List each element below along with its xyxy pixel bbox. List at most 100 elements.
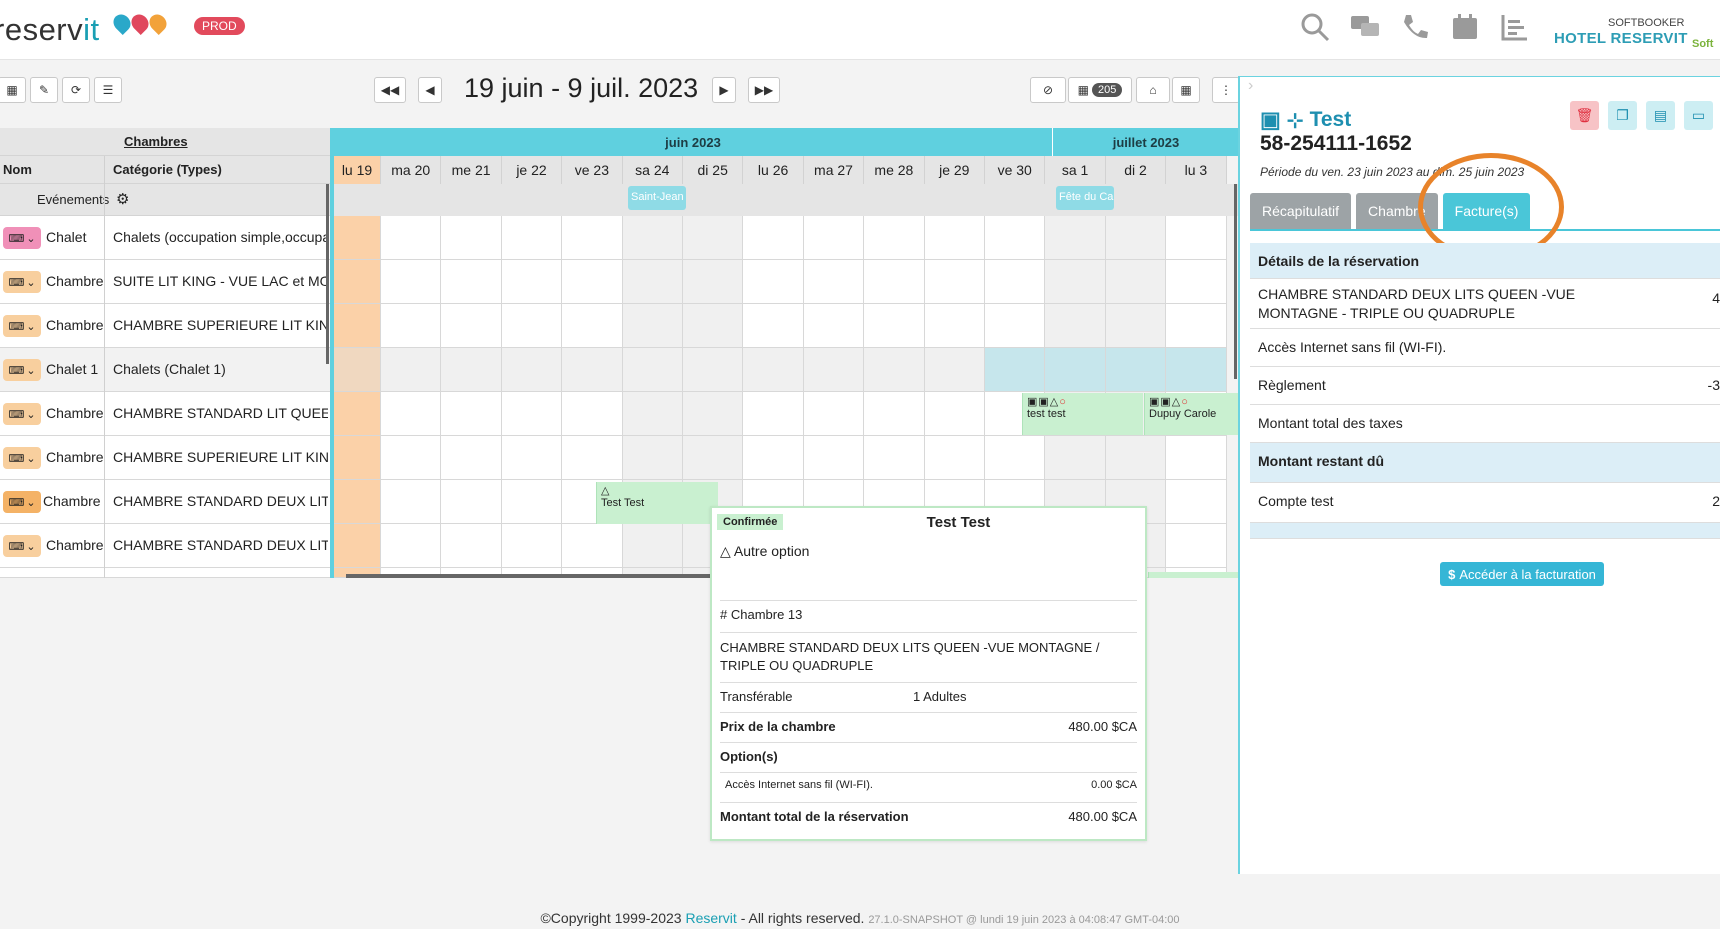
grid-cell[interactable] <box>864 304 925 348</box>
day-header[interactable]: lu 3 <box>1166 156 1227 184</box>
grid-cell[interactable] <box>1166 480 1227 524</box>
stats-icon[interactable] <box>1500 12 1530 42</box>
grid-cell[interactable] <box>1166 260 1227 304</box>
access-billing-button[interactable]: $ Accéder à la facturation <box>1440 562 1604 586</box>
grid-cell[interactable] <box>501 524 563 568</box>
grid-cell[interactable] <box>501 304 563 348</box>
reservit-logo[interactable]: reservit <box>0 12 100 48</box>
grid-cell[interactable] <box>743 260 804 304</box>
grid-cell[interactable] <box>441 216 502 260</box>
day-header[interactable]: sa 1 <box>1045 156 1106 184</box>
grid-cell[interactable] <box>501 436 563 480</box>
grid-cell[interactable] <box>924 348 985 392</box>
grid-cell[interactable] <box>622 436 683 480</box>
room-name[interactable]: Chambre <box>46 537 104 553</box>
room-menu-button[interactable]: ⌨ ⌄ <box>3 535 41 557</box>
grid-cell[interactable] <box>743 216 804 260</box>
grid-cell[interactable] <box>924 216 985 260</box>
grid-cell[interactable] <box>683 392 744 436</box>
room-name[interactable]: Chambre <box>46 273 104 289</box>
grid-cell[interactable] <box>924 392 985 436</box>
room-name[interactable]: Chambre <box>46 317 104 333</box>
day-header[interactable]: di 2 <box>1105 156 1167 184</box>
filters-button[interactable]: ☰ <box>94 77 122 103</box>
calendar-view-button[interactable]: ▦ <box>0 77 26 103</box>
day-header[interactable]: ma 27 <box>803 156 865 184</box>
reservit-link[interactable]: Reservit <box>685 910 736 926</box>
grid-cell[interactable] <box>1045 260 1106 304</box>
horizontal-scrollbar[interactable] <box>346 574 710 578</box>
grid-cell[interactable] <box>381 436 442 480</box>
grid-cell[interactable] <box>562 216 623 260</box>
room-name[interactable]: Chalet <box>46 229 86 245</box>
calendar-icon[interactable] <box>1450 12 1480 42</box>
search-icon[interactable] <box>1300 12 1330 42</box>
grid-cell[interactable] <box>381 392 442 436</box>
grid-cell[interactable] <box>683 436 744 480</box>
grid-cell[interactable] <box>743 348 804 392</box>
card-button[interactable]: ▭ <box>1684 101 1713 130</box>
grid-cell[interactable] <box>381 216 442 260</box>
grid-cell[interactable] <box>441 436 502 480</box>
grid-cell[interactable] <box>743 436 804 480</box>
grid-cell[interactable] <box>985 436 1046 480</box>
event-fete-canada[interactable]: Fête du Ca <box>1056 186 1114 210</box>
grid-cell[interactable] <box>441 304 502 348</box>
day-header[interactable]: lu 26 <box>743 156 804 184</box>
grid-cell[interactable] <box>501 392 563 436</box>
day-header[interactable]: me 28 <box>864 156 925 184</box>
grid-cell[interactable] <box>683 304 744 348</box>
room-menu-button[interactable]: ⌨ ⌄ <box>3 315 41 337</box>
grid-cell[interactable] <box>924 260 985 304</box>
grid-cell[interactable] <box>334 524 381 568</box>
next-fast-button[interactable]: ▶▶ <box>748 77 780 103</box>
compress-icon[interactable]: ⊹ <box>1287 108 1304 133</box>
grid-cell[interactable] <box>1105 436 1167 480</box>
tag-button[interactable]: ⌂ <box>1136 77 1170 103</box>
grid-cell[interactable] <box>562 260 623 304</box>
event-saint-jean[interactable]: Saint-Jean <box>628 186 686 210</box>
grid-cell[interactable] <box>1105 260 1167 304</box>
pending-count-button[interactable]: ▦ 205 <box>1068 77 1132 103</box>
grid-cell[interactable] <box>1166 348 1227 392</box>
day-header[interactable]: je 29 <box>924 156 985 184</box>
collapse-icon[interactable]: › <box>1248 77 1253 95</box>
grid-cell[interactable] <box>501 348 563 392</box>
room-menu-button[interactable]: ⌨ ⌄ <box>3 403 41 425</box>
rooms-header-label[interactable]: Chambres <box>124 134 188 149</box>
day-header[interactable]: sa 24 <box>622 156 683 184</box>
reservation-block[interactable] <box>1148 572 1240 578</box>
day-header[interactable]: ve 23 <box>562 156 623 184</box>
edit-button[interactable]: ✎ <box>30 77 58 103</box>
grid-cell[interactable] <box>1166 436 1227 480</box>
grid-cell[interactable] <box>381 260 442 304</box>
grid-cell[interactable] <box>803 304 865 348</box>
room-menu-button[interactable]: ⌨ ⌄ <box>3 271 41 293</box>
grid-cell[interactable] <box>334 436 381 480</box>
day-header[interactable]: je 22 <box>501 156 563 184</box>
grid-cell[interactable] <box>985 348 1046 392</box>
grid-cell[interactable] <box>1045 304 1106 348</box>
grid-cell[interactable] <box>381 348 442 392</box>
grid-cell[interactable] <box>1166 304 1227 348</box>
grid-cell[interactable] <box>1105 216 1167 260</box>
grid-cell[interactable] <box>622 348 683 392</box>
grid-cell[interactable] <box>803 436 865 480</box>
grid-cell[interactable] <box>803 392 865 436</box>
grid-cell[interactable] <box>622 524 683 568</box>
grid-cell[interactable] <box>1166 216 1227 260</box>
grid-cell[interactable] <box>683 348 744 392</box>
next-button[interactable]: ▶ <box>712 77 736 103</box>
grid-cell[interactable] <box>864 260 925 304</box>
grid-cell[interactable] <box>985 304 1046 348</box>
room-name[interactable]: Chambre <box>46 405 104 421</box>
grid-cell[interactable] <box>1105 304 1167 348</box>
grid-cell[interactable] <box>985 216 1046 260</box>
grid-cell[interactable] <box>803 216 865 260</box>
grid-cell[interactable] <box>1045 348 1106 392</box>
day-header[interactable]: me 21 <box>441 156 502 184</box>
grid-cell[interactable] <box>501 216 563 260</box>
grid-cell[interactable] <box>683 216 744 260</box>
duplicate-button[interactable]: ❐ <box>1608 101 1637 130</box>
grid-cell[interactable] <box>743 392 804 436</box>
